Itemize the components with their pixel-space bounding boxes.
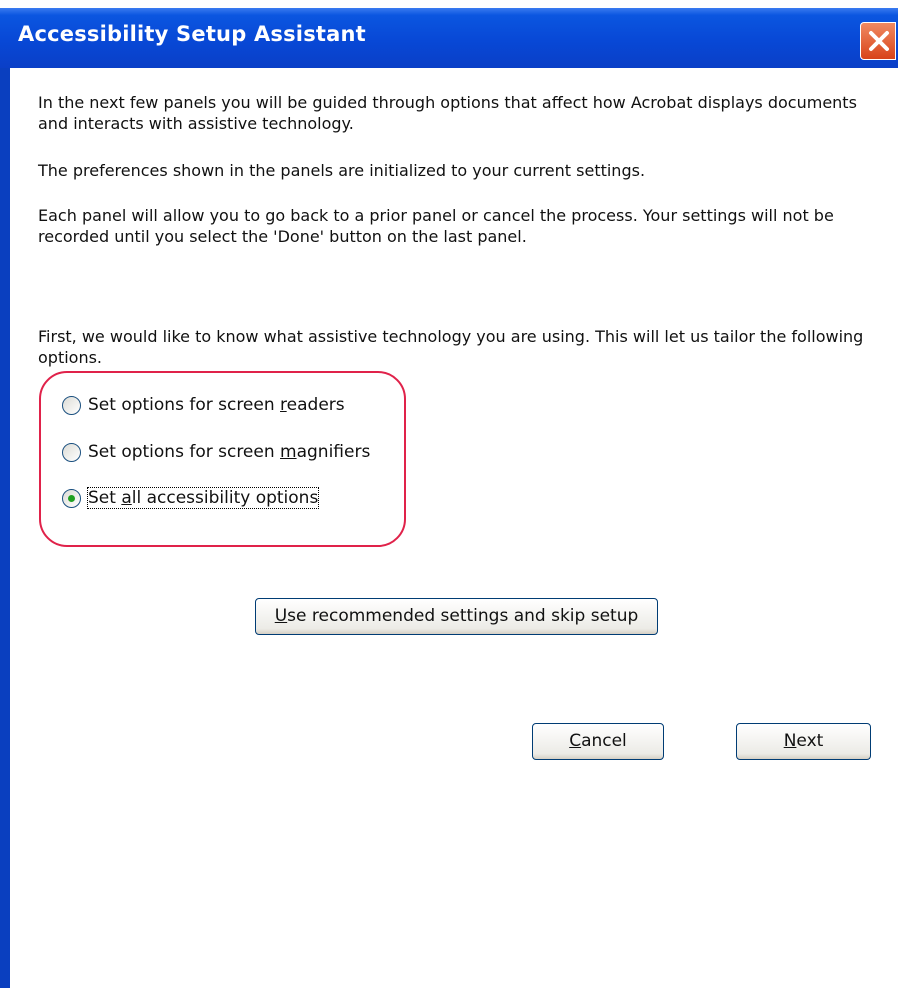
radio-button-selected[interactable] (62, 489, 81, 508)
close-button[interactable] (860, 22, 896, 60)
radio-label-screen-magnifiers[interactable]: Set options for screen magnifiers (88, 442, 370, 462)
dialog-window: Accessibility Setup Assistant In the nex… (0, 0, 898, 988)
window-title: Accessibility Setup Assistant (18, 22, 366, 46)
intro-paragraph-3: Each panel will allow you to go back to … (38, 206, 834, 246)
close-icon (869, 31, 889, 51)
technology-question: First, we would like to know what assist… (38, 327, 864, 367)
cancel-button[interactable]: Cancel (532, 723, 664, 760)
radio-label-all-options[interactable]: Set all accessibility options (86, 487, 320, 509)
intro-paragraph-2: The preferences shown in the panels are … (38, 161, 646, 180)
next-button[interactable]: Next (736, 723, 871, 760)
intro-paragraph-1: In the next few panels you will be guide… (38, 93, 857, 133)
dialog-body: In the next few panels you will be guide… (10, 68, 898, 988)
radio-label-screen-readers[interactable]: Set options for screen readers (88, 395, 345, 415)
use-recommended-settings-button[interactable]: Use recommended settings and skip setup (255, 598, 658, 635)
radio-button[interactable] (62, 396, 81, 415)
radio-button[interactable] (62, 443, 81, 462)
radio-selected-dot (68, 495, 75, 502)
